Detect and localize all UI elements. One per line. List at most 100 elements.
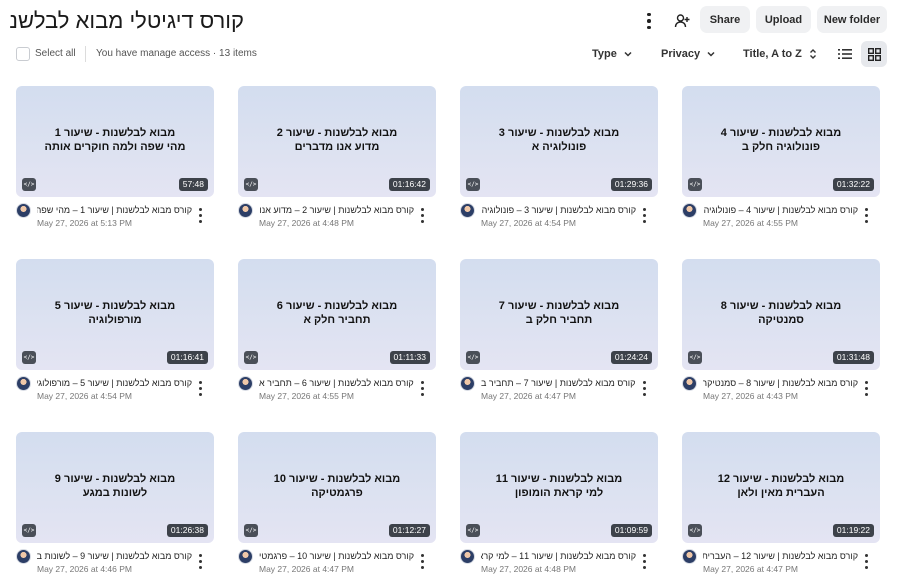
video-more-button[interactable] xyxy=(636,206,652,224)
video-date: May 27, 2026 at 4:46 PM xyxy=(37,564,132,574)
video-card[interactable]: מבוא לבלשנות - שיעור 11 למי קראת הומופון <… xyxy=(460,432,658,580)
thumbnail-subtitle-line: העברית מאין ולאן xyxy=(737,487,825,499)
video-card[interactable]: מבוא לבלשנות - שיעור 7 תחביר חלק ב </> 01:2… xyxy=(460,259,658,407)
video-thumbnail[interactable]: מבוא לבלשנות - שיעור 9 לשונות במגע </> 01:2… xyxy=(16,432,214,543)
embed-code-icon[interactable]: </> xyxy=(466,351,480,364)
embed-code-icon[interactable]: </> xyxy=(688,524,702,537)
video-thumbnail[interactable]: מבוא לבלשנות - שיעור 3 פונולוגיה א </> 01:2… xyxy=(460,86,658,197)
duration-badge: 01:19:22 xyxy=(832,524,874,537)
privacy-filter-label: Privacy xyxy=(661,48,701,60)
embed-code-icon[interactable]: </> xyxy=(244,178,258,191)
duration-badge: 01:31:48 xyxy=(832,351,874,364)
video-title[interactable]: קורס מבוא לבלשנות | שיעור 8 – סמנטיקה xyxy=(703,376,858,390)
privacy-filter-dropdown[interactable]: Privacy xyxy=(661,46,716,62)
more-vertical-icon xyxy=(414,206,430,224)
invite-user-button[interactable] xyxy=(670,9,694,33)
access-info: You have manage access · 13 items xyxy=(96,48,257,59)
thumbnail-title: מבוא לבלשנות - שיעור 5 מורפולוגיה xyxy=(24,299,206,327)
type-filter-dropdown[interactable]: Type xyxy=(592,46,633,62)
video-title[interactable]: קורס מבוא לבלשנות | שיעור 5 – מורפולוגיה xyxy=(37,376,192,390)
video-more-button[interactable] xyxy=(636,379,652,397)
video-title[interactable]: קורס מבוא לבלשנות | שיעור 1 – מהי שפה, ו… xyxy=(37,203,192,217)
thumbnail-title-line: מבוא לבלשנות - שיעור 8 xyxy=(720,300,842,312)
video-card[interactable]: מבוא לבלשנות - שיעור 8 סמנטיקה </> 01:31:48… xyxy=(682,259,880,407)
video-more-button[interactable] xyxy=(414,206,430,224)
video-thumbnail[interactable]: מבוא לבלשנות - שיעור 12 העברית מאין ולאן <… xyxy=(682,432,880,543)
thumbnail-title: מבוא לבלשנות - שיעור 8 סמנטיקה xyxy=(690,299,872,327)
video-more-button[interactable] xyxy=(192,552,208,570)
select-all-label[interactable]: Select all xyxy=(35,47,76,61)
embed-code-icon[interactable]: </> xyxy=(688,351,702,364)
video-thumbnail[interactable]: מבוא לבלשנות - שיעור 5 מורפולוגיה </> 01:16… xyxy=(16,259,214,370)
thumbnail-title-line: מבוא לבלשנות - שיעור 6 xyxy=(276,300,398,312)
embed-code-icon[interactable]: </> xyxy=(466,524,480,537)
video-more-button[interactable] xyxy=(858,379,874,397)
select-all-checkbox[interactable] xyxy=(16,47,30,61)
embed-code-icon[interactable]: </> xyxy=(244,524,258,537)
video-date: May 27, 2026 at 4:54 PM xyxy=(37,391,132,401)
more-options-button[interactable] xyxy=(637,9,661,33)
video-card[interactable]: מבוא לבלשנות - שיעור 10 פרגמטיקה </> 01:12:… xyxy=(238,432,436,580)
video-title[interactable]: קורס מבוא לבלשנות | שיעור 9 – לשונות במג… xyxy=(37,549,192,563)
list-view-button[interactable] xyxy=(833,42,857,66)
video-thumbnail[interactable]: מבוא לבלשנות - שיעור 8 סמנטיקה </> 01:31:48 xyxy=(682,259,880,370)
video-title[interactable]: קורס מבוא לבלשנות | שיעור 3 – פונולוגיה … xyxy=(481,203,636,217)
video-thumbnail[interactable]: מבוא לבלשנות - שיעור 4 פונולוגיה חלק ב </>… xyxy=(682,86,880,197)
video-card[interactable]: מבוא לבלשנות - שיעור 5 מורפולוגיה </> 01:16… xyxy=(16,259,214,407)
duration-badge: 57:48 xyxy=(178,178,208,191)
video-date: May 27, 2026 at 4:43 PM xyxy=(703,391,798,401)
video-thumbnail[interactable]: מבוא לבלשנות - שיעור 7 תחביר חלק ב </> 01:2… xyxy=(460,259,658,370)
video-card[interactable]: מבוא לבלשנות - שיעור 2 מדוע אנו מדברים </>… xyxy=(238,86,436,234)
thumbnail-title-line: מבוא לבלשנות - שיעור 2 xyxy=(276,127,398,139)
video-thumbnail[interactable]: מבוא לבלשנות - שיעור 11 למי קראת הומופון <… xyxy=(460,432,658,543)
embed-code-icon[interactable]: </> xyxy=(22,178,36,191)
avatar xyxy=(16,203,31,218)
embed-code-icon[interactable]: </> xyxy=(244,351,258,364)
avatar xyxy=(16,549,31,564)
more-vertical-icon xyxy=(636,552,652,570)
video-date: May 27, 2026 at 4:55 PM xyxy=(703,218,798,228)
video-thumbnail[interactable]: מבוא לבלשנות - שיעור 2 מדוע אנו מדברים </>… xyxy=(238,86,436,197)
upload-button[interactable]: Upload xyxy=(756,6,811,33)
video-more-button[interactable] xyxy=(192,206,208,224)
share-button[interactable]: Share xyxy=(700,6,750,33)
video-thumbnail[interactable]: מבוא לבלשנות - שיעור 6 תחביר חלק א </> 01:1… xyxy=(238,259,436,370)
grid-view-button[interactable] xyxy=(861,41,887,67)
sort-dropdown[interactable]: Title, A to Z xyxy=(743,46,818,62)
video-thumbnail[interactable]: מבוא לבלשנות - שיעור 10 פרגמטיקה </> 01:12:… xyxy=(238,432,436,543)
embed-code-icon[interactable]: </> xyxy=(22,351,36,364)
video-more-button[interactable] xyxy=(858,206,874,224)
embed-code-icon[interactable]: </> xyxy=(466,178,480,191)
video-more-button[interactable] xyxy=(858,552,874,570)
avatar xyxy=(238,203,253,218)
avatar xyxy=(682,376,697,391)
thumbnail-subtitle-line: למי קראת הומופון xyxy=(514,487,604,499)
new-folder-button[interactable]: New folder xyxy=(817,6,887,33)
video-more-button[interactable] xyxy=(414,379,430,397)
video-more-button[interactable] xyxy=(636,552,652,570)
video-more-button[interactable] xyxy=(414,552,430,570)
embed-code-icon[interactable]: </> xyxy=(22,524,36,537)
duration-badge: 01:16:42 xyxy=(388,178,430,191)
video-title[interactable]: קורס מבוא לבלשנות | שיעור 11 – למי קראת … xyxy=(481,549,636,563)
video-more-button[interactable] xyxy=(192,379,208,397)
avatar xyxy=(682,549,697,564)
video-title[interactable]: קורס מבוא לבלשנות | שיעור 6 – תחביר א xyxy=(259,376,414,390)
video-card[interactable]: מבוא לבלשנות - שיעור 3 פונולוגיה א </> 01:2… xyxy=(460,86,658,234)
video-title[interactable]: קורס מבוא לבלשנות | שיעור 4 – פונולוגיה … xyxy=(703,203,858,217)
avatar xyxy=(460,549,475,564)
thumbnail-title: מבוא לבלשנות - שיעור 4 פונולוגיה חלק ב xyxy=(690,126,872,154)
video-card[interactable]: מבוא לבלשנות - שיעור 4 פונולוגיה חלק ב </>… xyxy=(682,86,880,234)
video-card[interactable]: מבוא לבלשנות - שיעור 1 מהי שפה ולמה חוקרי… xyxy=(16,86,214,234)
video-thumbnail[interactable]: מבוא לבלשנות - שיעור 1 מהי שפה ולמה חוקרי… xyxy=(16,86,214,197)
video-card[interactable]: מבוא לבלשנות - שיעור 12 העברית מאין ולאן <… xyxy=(682,432,880,580)
video-title[interactable]: קורס מבוא לבלשנות | שיעור 10 – פרגמטיקה xyxy=(259,549,414,563)
video-title[interactable]: קורס מבוא לבלשנות | שיעור 12 – העברית – … xyxy=(703,549,858,563)
video-title[interactable]: קורס מבוא לבלשנות | שיעור 2 – מדוע אנו מ… xyxy=(259,203,414,217)
more-vertical-icon xyxy=(637,9,661,33)
video-title[interactable]: קורס מבוא לבלשנות | שיעור 7 – תחביר ב xyxy=(481,376,636,390)
duration-badge: 01:09:59 xyxy=(610,524,652,537)
embed-code-icon[interactable]: </> xyxy=(688,178,702,191)
video-card[interactable]: מבוא לבלשנות - שיעור 9 לשונות במגע </> 01:2… xyxy=(16,432,214,580)
video-card[interactable]: מבוא לבלשנות - שיעור 6 תחביר חלק א </> 01:1… xyxy=(238,259,436,407)
